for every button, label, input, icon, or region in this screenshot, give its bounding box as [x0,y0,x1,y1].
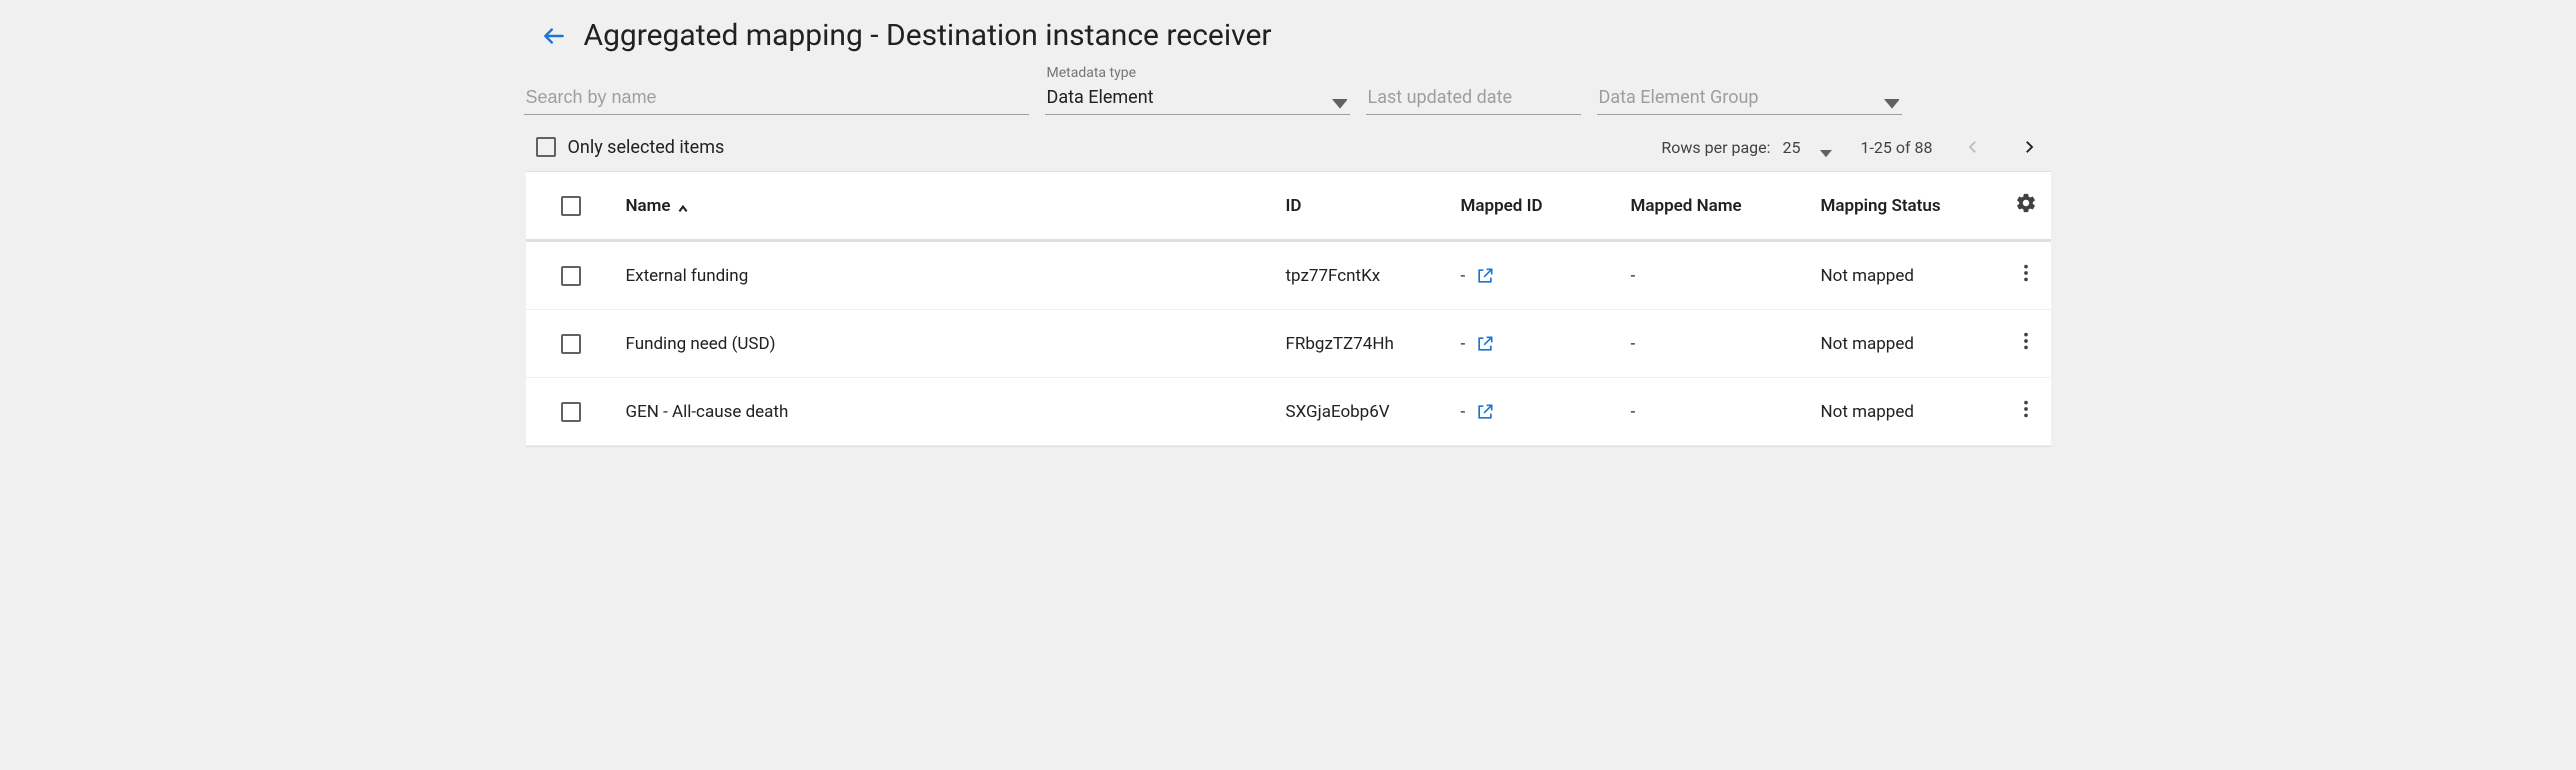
row-checkbox[interactable] [561,266,581,286]
more-actions-icon[interactable] [2015,330,2037,357]
page-title: Aggregated mapping - Destination instanc… [584,18,1272,53]
select-all-checkbox[interactable] [561,196,581,216]
next-page-button[interactable] [2017,135,2041,159]
rows-per-page-value[interactable]: 25 [1783,138,1801,157]
cell-status: Not mapped [1821,334,2001,354]
rows-per-page-label: Rows per page: [1661,138,1770,157]
search-input[interactable] [526,87,1027,108]
only-selected-label: Only selected items [568,137,725,158]
cell-id: tpz77FcntKx [1286,266,1461,286]
last-updated-placeholder: Last updated date [1368,87,1579,108]
cell-mapped-name: - [1631,266,1821,286]
back-arrow-icon[interactable] [540,22,568,50]
column-name[interactable]: Name [616,196,1286,216]
cell-id: FRbgzTZ74Hh [1286,334,1461,354]
row-checkbox[interactable] [561,334,581,354]
only-selected-checkbox[interactable] [536,137,556,157]
table-row: Funding need (USD)FRbgzTZ74Hh--Not mappe… [526,310,2051,378]
column-id[interactable]: ID [1286,196,1461,216]
gear-icon[interactable] [2015,192,2037,219]
metadata-type-value: Data Element [1047,87,1324,108]
cell-name: External funding [616,266,1286,286]
open-mapping-icon[interactable] [1475,402,1495,422]
pagination-range: 1-25 of 88 [1860,138,1932,157]
cell-mapped-id: - [1461,266,1466,286]
chevron-down-icon [1884,93,1900,103]
table-row: External fundingtpz77FcntKx--Not mapped [526,242,2051,310]
cell-mapped-id: - [1461,402,1466,422]
table-row: GEN - All-cause deathSXGjaEobp6V--Not ma… [526,378,2051,446]
column-mapped-id[interactable]: Mapped ID [1461,196,1631,216]
column-status[interactable]: Mapping Status [1821,196,2001,216]
prev-page-button[interactable] [1961,135,1985,159]
metadata-type-select[interactable]: Metadata type Data Element [1045,65,1350,115]
chevron-down-icon [1332,93,1348,103]
mapping-table: Name ID Mapped ID Mapped Name Mapping St… [526,171,2051,447]
row-checkbox[interactable] [561,402,581,422]
open-mapping-icon[interactable] [1475,334,1495,354]
cell-mapped-name: - [1631,402,1821,422]
cell-name: GEN - All-cause death [616,402,1286,422]
data-element-group-select[interactable]: Data Element Group [1597,83,1902,115]
open-mapping-icon[interactable] [1475,266,1495,286]
cell-status: Not mapped [1821,402,2001,422]
cell-status: Not mapped [1821,266,2001,286]
group-placeholder: Data Element Group [1599,87,1876,108]
more-actions-icon[interactable] [2015,398,2037,425]
search-field[interactable] [524,83,1029,115]
table-header: Name ID Mapped ID Mapped Name Mapping St… [526,172,2051,242]
last-updated-field[interactable]: Last updated date [1366,83,1581,115]
more-actions-icon[interactable] [2015,262,2037,289]
cell-mapped-name: - [1631,334,1821,354]
chevron-down-icon[interactable] [1820,142,1832,152]
column-mapped-name[interactable]: Mapped Name [1631,196,1821,216]
cell-id: SXGjaEobp6V [1286,402,1461,422]
cell-mapped-id: - [1461,334,1466,354]
cell-name: Funding need (USD) [616,334,1286,354]
sort-asc-icon [677,200,689,212]
metadata-type-label: Metadata type [1045,65,1350,83]
